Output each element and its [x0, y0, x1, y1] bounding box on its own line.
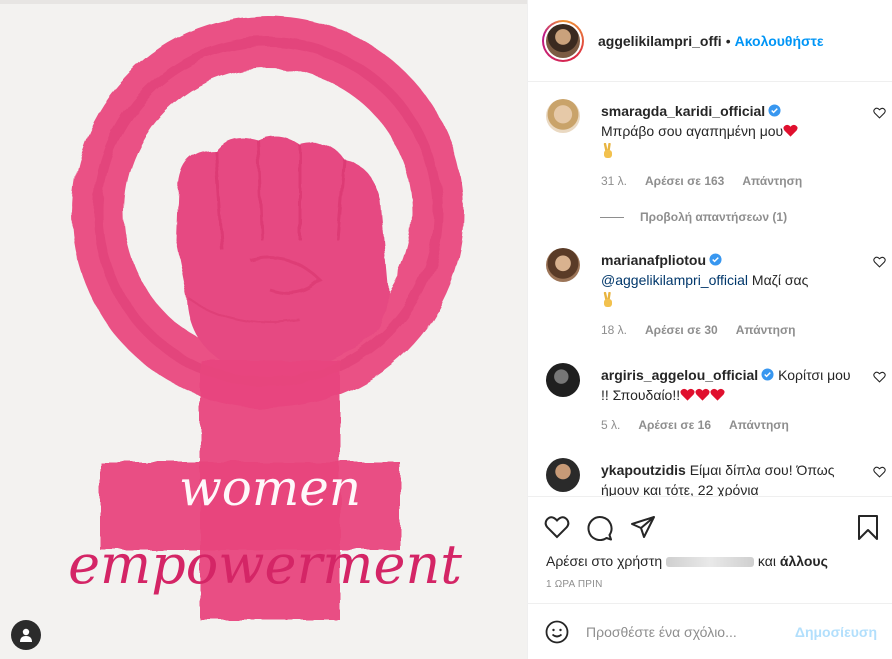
action-icons — [544, 515, 656, 541]
user-icon — [20, 628, 32, 642]
comment-username[interactable]: smaragda_karidi_official — [601, 103, 765, 119]
red-heart-emoji-icon — [680, 388, 695, 401]
comment-input[interactable]: Προσθέστε ένα σχόλιο... — [586, 624, 776, 640]
verified-icon — [709, 253, 722, 266]
header-separator: • — [725, 32, 731, 49]
comment-avatar[interactable] — [546, 248, 580, 282]
like-comment-heart-icon[interactable] — [873, 371, 886, 383]
comment-avatar[interactable] — [546, 99, 580, 133]
image-text-women: women — [179, 459, 361, 517]
comment-username[interactable]: argiris_aggelou_official — [601, 367, 758, 383]
likes-summary: Αρέσει στο χρήστη και άλλους — [546, 553, 828, 569]
post-comment-button[interactable]: Δημοσίευση — [795, 624, 877, 640]
comment-icon[interactable] — [587, 515, 613, 541]
comment-username[interactable]: ykapoutzidis — [601, 462, 686, 478]
like-comment-heart-icon[interactable] — [873, 107, 886, 119]
comment-mention[interactable]: @aggelikilampri_official — [601, 272, 748, 288]
victory-hand-emoji-icon — [603, 292, 612, 307]
bookmark-icon[interactable] — [857, 515, 879, 541]
view-replies-button[interactable]: Προβολή απαντήσεων (1) — [600, 210, 787, 224]
follow-button[interactable]: Ακολουθήστε — [735, 33, 824, 49]
post-header: aggelikilampri_offi • Ακολουθήστε — [528, 0, 892, 82]
author-username[interactable]: aggelikilampri_offi — [598, 33, 722, 49]
comments-list[interactable]: smaragda_karidi_official Μπράβο σου αγαπ… — [528, 82, 892, 496]
comment-username[interactable]: marianafpliotou — [601, 252, 706, 268]
comment-likes[interactable]: Αρέσει σε 16 — [638, 418, 711, 432]
likes-prefix: Αρέσει στο χρήστη — [546, 553, 663, 569]
like-comment-heart-icon[interactable] — [873, 256, 886, 268]
author-avatar[interactable] — [542, 19, 584, 62]
post-image[interactable]: women empowerment — [0, 0, 527, 659]
victory-hand-emoji-icon — [603, 143, 612, 158]
comment-avatar[interactable] — [546, 363, 580, 397]
red-heart-emoji-icon — [783, 124, 798, 137]
view-replies-label: Προβολή απαντήσεων (1) — [640, 210, 788, 224]
image-text-empowerment: empowerment — [68, 533, 462, 596]
likes-and: και — [757, 553, 776, 569]
red-heart-emoji-icon — [710, 388, 725, 401]
like-comment-heart-icon[interactable] — [873, 466, 886, 478]
comment-likes[interactable]: Αρέσει σε 163 — [645, 174, 724, 188]
comment-meta: 5 λ. Αρέσει σε 16 Απάντηση — [601, 418, 789, 432]
post-timestamp[interactable]: 1 ΩΡΑ ΠΡΙΝ — [546, 579, 603, 590]
verified-icon — [768, 104, 781, 117]
tagged-user-button[interactable] — [11, 620, 41, 650]
comment-likes[interactable]: Αρέσει σε 30 — [645, 323, 718, 337]
venus-fist-illustration: women empowerment — [68, 16, 464, 620]
reply-button[interactable]: Απάντηση — [742, 174, 802, 188]
likes-others-link[interactable]: άλλους — [780, 553, 828, 569]
comment-text: Μπράβο σου αγαπημένη μου — [601, 123, 784, 139]
emoji-icon[interactable] — [545, 620, 569, 644]
post-actions: Αρέσει στο χρήστη και άλλους 1 ΩΡΑ ΠΡΙΝ — [528, 496, 892, 603]
red-heart-emoji-icon — [695, 388, 710, 401]
liker-username-redacted[interactable] — [666, 557, 755, 567]
post-side-panel: aggelikilampri_offi • Ακολουθήστε smarag… — [527, 0, 892, 659]
replies-line — [600, 216, 624, 218]
verified-icon — [761, 368, 774, 381]
comment-body: smaragda_karidi_official Μπράβο σου αγαπ… — [601, 101, 856, 161]
comment-body: argiris_aggelou_official Κορίτσι μου !! … — [601, 365, 856, 405]
comment-age[interactable]: 5 λ. — [601, 418, 620, 432]
comment-age[interactable]: 18 λ. — [601, 323, 627, 337]
reply-button[interactable]: Απάντηση — [736, 323, 796, 337]
share-icon[interactable] — [630, 515, 656, 539]
comment-body: marianafpliotou @aggelikilampri_official… — [601, 250, 856, 310]
heart-icon[interactable] — [544, 515, 570, 539]
comment-age[interactable]: 31 λ. — [601, 174, 627, 188]
comment-meta: 31 λ. Αρέσει σε 163 Απάντηση — [601, 174, 802, 188]
comment-meta: 18 λ. Αρέσει σε 30 Απάντηση — [601, 323, 795, 337]
reply-button[interactable]: Απάντηση — [729, 418, 789, 432]
comment-avatar[interactable] — [546, 458, 580, 492]
comment-body: ykapoutzidis Είμαι δίπλα σου! Όπως ήμουν… — [601, 460, 856, 496]
add-comment-bar: Προσθέστε ένα σχόλιο... Δημοσίευση — [528, 603, 892, 659]
comment-text: Μαζί σας — [751, 272, 809, 288]
